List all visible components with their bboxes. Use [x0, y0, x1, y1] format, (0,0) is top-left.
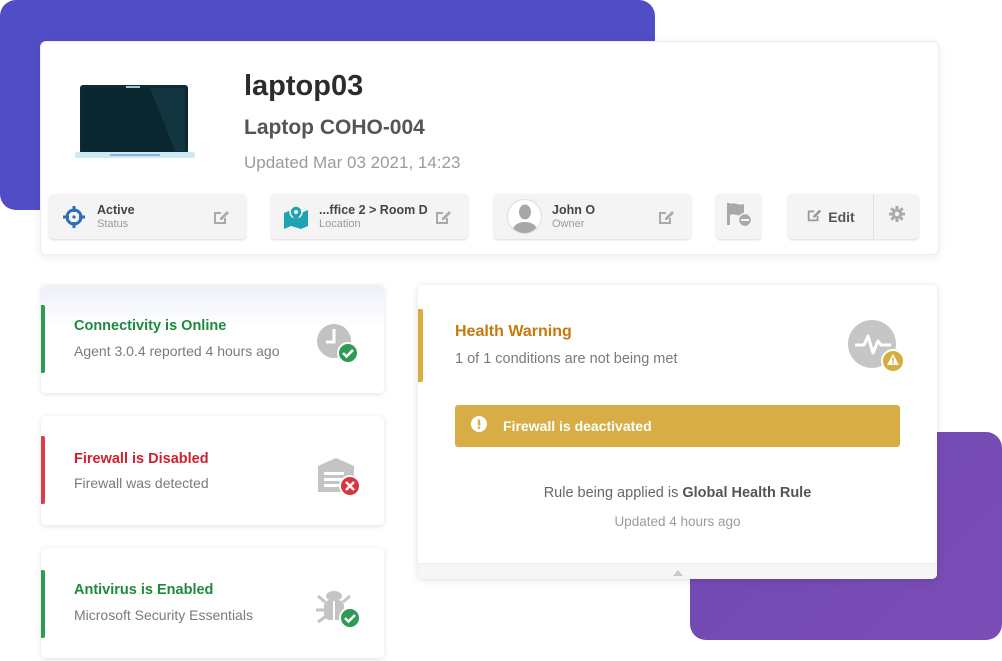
edit-button[interactable]: Edit — [788, 194, 874, 239]
antivirus-title: Antivirus is Enabled — [74, 582, 214, 598]
flag-remove-icon — [725, 201, 753, 232]
device-card: laptop03 Laptop COHO-004 Updated Mar 03 … — [40, 41, 939, 255]
device-updated: Updated Mar 03 2021, 14:23 — [244, 153, 461, 172]
location-label: Location — [319, 218, 361, 230]
firewall-desc: Firewall was detected — [74, 475, 209, 491]
bug-check-icon — [316, 591, 361, 629]
status-value: Active — [97, 203, 135, 217]
device-model: Laptop COHO-004 — [244, 116, 425, 139]
location-chip[interactable]: ...ffice 2 > Room D Location — [271, 194, 468, 239]
exclamation-icon — [471, 415, 487, 437]
avatar — [507, 199, 542, 234]
antivirus-card[interactable]: Antivirus is Enabled Microsoft Security … — [41, 548, 384, 658]
alert-banner: Firewall is deactivated — [455, 405, 900, 447]
owner-value: John O — [552, 203, 596, 217]
edit-icon[interactable] — [655, 206, 677, 228]
location-value: ...ffice 2 > Room D — [319, 203, 428, 217]
owner-label: Owner — [552, 218, 585, 230]
collapse-toggle[interactable] — [418, 563, 937, 579]
status-indicator-bar — [41, 436, 45, 504]
map-pin-icon — [283, 204, 309, 230]
settings-button[interactable] — [874, 194, 919, 239]
health-title: Health Warning — [455, 323, 572, 340]
unflag-button[interactable] — [716, 194, 761, 239]
health-desc: 1 of 1 conditions are not being met — [455, 351, 678, 367]
edit-icon[interactable] — [432, 206, 454, 228]
warning-indicator-bar — [418, 309, 423, 382]
pulse-warning-icon — [848, 320, 905, 373]
rule-prefix: Rule being applied is — [543, 485, 679, 501]
status-indicator-bar — [41, 570, 45, 638]
alert-text: Firewall is deactivated — [503, 418, 652, 434]
status-chip[interactable]: Active Status — [49, 194, 246, 239]
connectivity-title: Connectivity is Online — [74, 318, 227, 334]
connectivity-card[interactable]: Connectivity is Online Agent 3.0.4 repor… — [41, 285, 384, 393]
edit-label: Edit — [828, 208, 855, 225]
rule-name[interactable]: Global Health Rule — [682, 485, 811, 501]
status-indicator-bar — [41, 305, 45, 373]
edit-group: Edit — [788, 194, 919, 239]
clock-check-icon — [317, 324, 359, 364]
firewall-error-icon — [318, 458, 361, 497]
rule-line: Rule being applied is Global Health Rule — [418, 485, 937, 501]
antivirus-desc: Microsoft Security Essentials — [74, 607, 253, 623]
edit-icon — [806, 207, 822, 226]
device-name: laptop03 — [244, 70, 364, 102]
firewall-card[interactable]: Firewall is Disabled Firewall was detect… — [41, 416, 384, 525]
status-label: Status — [97, 218, 129, 230]
edit-icon[interactable] — [210, 206, 232, 228]
owner-chip[interactable]: John O Owner — [494, 194, 691, 239]
connectivity-desc: Agent 3.0.4 reported 4 hours ago — [74, 343, 280, 359]
health-updated: Updated 4 hours ago — [614, 514, 741, 529]
laptop-icon — [75, 85, 195, 158]
gear-icon — [888, 206, 905, 227]
health-card: Health Warning 1 of 1 conditions are not… — [418, 285, 937, 579]
crosshair-icon — [61, 204, 87, 230]
firewall-title: Firewall is Disabled — [74, 451, 209, 467]
chevron-up-icon — [672, 563, 683, 581]
